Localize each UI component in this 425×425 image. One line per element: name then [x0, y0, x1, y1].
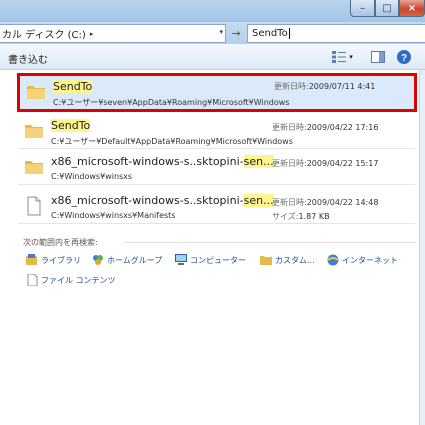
name-text: x86_microsoft-windows-s..sktopini-	[51, 155, 244, 168]
burn-button[interactable]: 書き込む	[8, 51, 48, 66]
result-path: C:¥Windows¥winsxs	[51, 172, 133, 181]
match-highlight: SendTo	[51, 119, 91, 132]
file-contents-icon	[26, 273, 38, 287]
folder-icon	[24, 157, 44, 175]
result-name: x86_microsoft-windows-s..sktopini-sen...	[51, 194, 274, 207]
title-bar: – □ ×	[0, 0, 425, 22]
rescope-custom[interactable]: カスタム...	[260, 254, 315, 266]
homegroup-icon	[92, 254, 104, 266]
match-highlight: SendTo	[53, 80, 93, 93]
help-icon[interactable]: ?	[396, 49, 412, 65]
folder-icon	[26, 82, 46, 100]
rescope-library[interactable]: ライブラリ	[26, 254, 81, 266]
result-modified: 更新日時:2009/07/11 4:41	[274, 81, 375, 92]
internet-icon	[327, 254, 339, 266]
result-name: SendTo	[53, 80, 93, 93]
computer-icon	[175, 254, 187, 266]
rescope-computer[interactable]: コンピューター	[175, 254, 246, 266]
divider	[124, 242, 416, 243]
rescope-homegroup-label: ホームグループ	[107, 255, 163, 265]
folder-icon	[24, 121, 44, 139]
result-name: x86_microsoft-windows-s..sktopini-sen...	[51, 155, 274, 168]
address-bar[interactable]: カル ディスク (C:) ▸ ▾	[0, 24, 226, 43]
modified-label: 更新日時:	[274, 82, 309, 91]
result-size: サイズ:1.87 KB	[272, 211, 330, 222]
result-modified: 更新日時:2009/04/22 15:17	[272, 158, 378, 169]
rescope-file-contents[interactable]: ファイル コンテンツ	[26, 273, 116, 287]
size-value: 1.87 KB	[298, 212, 330, 221]
rescope-custom-label: カスタム...	[275, 255, 315, 265]
modified-label: 更新日時:	[272, 198, 307, 207]
library-icon	[26, 254, 38, 266]
modified-value: 2009/07/11 4:41	[308, 82, 376, 91]
close-button[interactable]: ×	[399, 0, 425, 17]
rescope-internet-label: インターネット	[342, 255, 398, 265]
rescope-computer-label: コンピューター	[190, 255, 246, 265]
breadcrumb-chevron-icon[interactable]: ▸	[90, 30, 94, 38]
views-dropdown-icon[interactable]: ▾	[347, 49, 355, 65]
rescope-file-contents-label: ファイル コンテンツ	[41, 275, 116, 285]
rescope-internet[interactable]: インターネット	[327, 254, 398, 266]
result-modified: 更新日時:2009/04/22 17:16	[272, 122, 378, 133]
modified-value: 2009/04/22 17:16	[306, 123, 379, 132]
minimize-button[interactable]: –	[350, 0, 375, 17]
vertical-scrollbar[interactable]	[419, 70, 425, 425]
text-caret	[288, 28, 290, 39]
rescope-heading: 次の範囲内を再検索:	[23, 238, 98, 247]
preview-pane-icon[interactable]	[371, 49, 385, 65]
file-icon	[24, 196, 44, 216]
go-arrow-icon: →	[231, 27, 241, 40]
refresh-button[interactable]: →	[228, 25, 244, 42]
views-icon[interactable]	[332, 49, 346, 65]
command-bar: 書き込む ▾ ?	[0, 44, 425, 70]
size-label: サイズ:	[272, 212, 299, 221]
rescope-library-label: ライブラリ	[41, 255, 81, 265]
address-dropdown-icon[interactable]: ▾	[219, 28, 223, 36]
custom-folder-icon	[260, 254, 272, 266]
minimize-icon: –	[360, 2, 365, 14]
maximize-icon: □	[382, 2, 392, 14]
result-item[interactable]: x86_microsoft-windows-s..sktopini-sen...…	[18, 151, 415, 185]
result-name: SendTo	[51, 119, 91, 132]
result-modified: 更新日時:2009/04/22 14:48	[272, 197, 378, 208]
result-item[interactable]: x86_microsoft-windows-s..sktopini-sen...…	[18, 190, 415, 224]
modified-label: 更新日時:	[272, 159, 307, 168]
modified-value: 2009/04/22 15:17	[306, 159, 379, 168]
search-input[interactable]: SendTo	[247, 24, 425, 43]
result-path: C:¥ユーザー¥seven¥AppData¥Roaming¥Microsoft¥…	[53, 98, 290, 107]
result-item[interactable]: SendTo 更新日時:2009/07/11 4:41 C:¥ユーザー¥seve…	[17, 73, 417, 112]
search-input-value: SendTo	[252, 28, 288, 39]
svg-text:?: ?	[401, 53, 407, 64]
modified-label: 更新日時:	[272, 123, 307, 132]
maximize-button[interactable]: □	[375, 0, 399, 17]
breadcrumb-drive[interactable]: カル ディスク (C:)	[0, 26, 86, 41]
result-path: C:¥Windows¥winsxs¥Manifests	[51, 211, 176, 220]
modified-value: 2009/04/22 14:48	[306, 198, 379, 207]
address-row: カル ディスク (C:) ▸ ▾ → SendTo	[0, 22, 425, 44]
result-path: C:¥ユーザー¥Default¥AppData¥Roaming¥Microsof…	[51, 137, 293, 146]
name-text: x86_microsoft-windows-s..sktopini-	[51, 194, 244, 207]
result-item[interactable]: SendTo 更新日時:2009/04/22 17:16 C:¥ユーザー¥Def…	[18, 115, 415, 149]
rescope-homegroup[interactable]: ホームグループ	[92, 254, 162, 266]
match-highlight: sen...	[243, 155, 274, 168]
close-icon: ×	[407, 2, 417, 14]
match-highlight: sen...	[243, 194, 274, 207]
